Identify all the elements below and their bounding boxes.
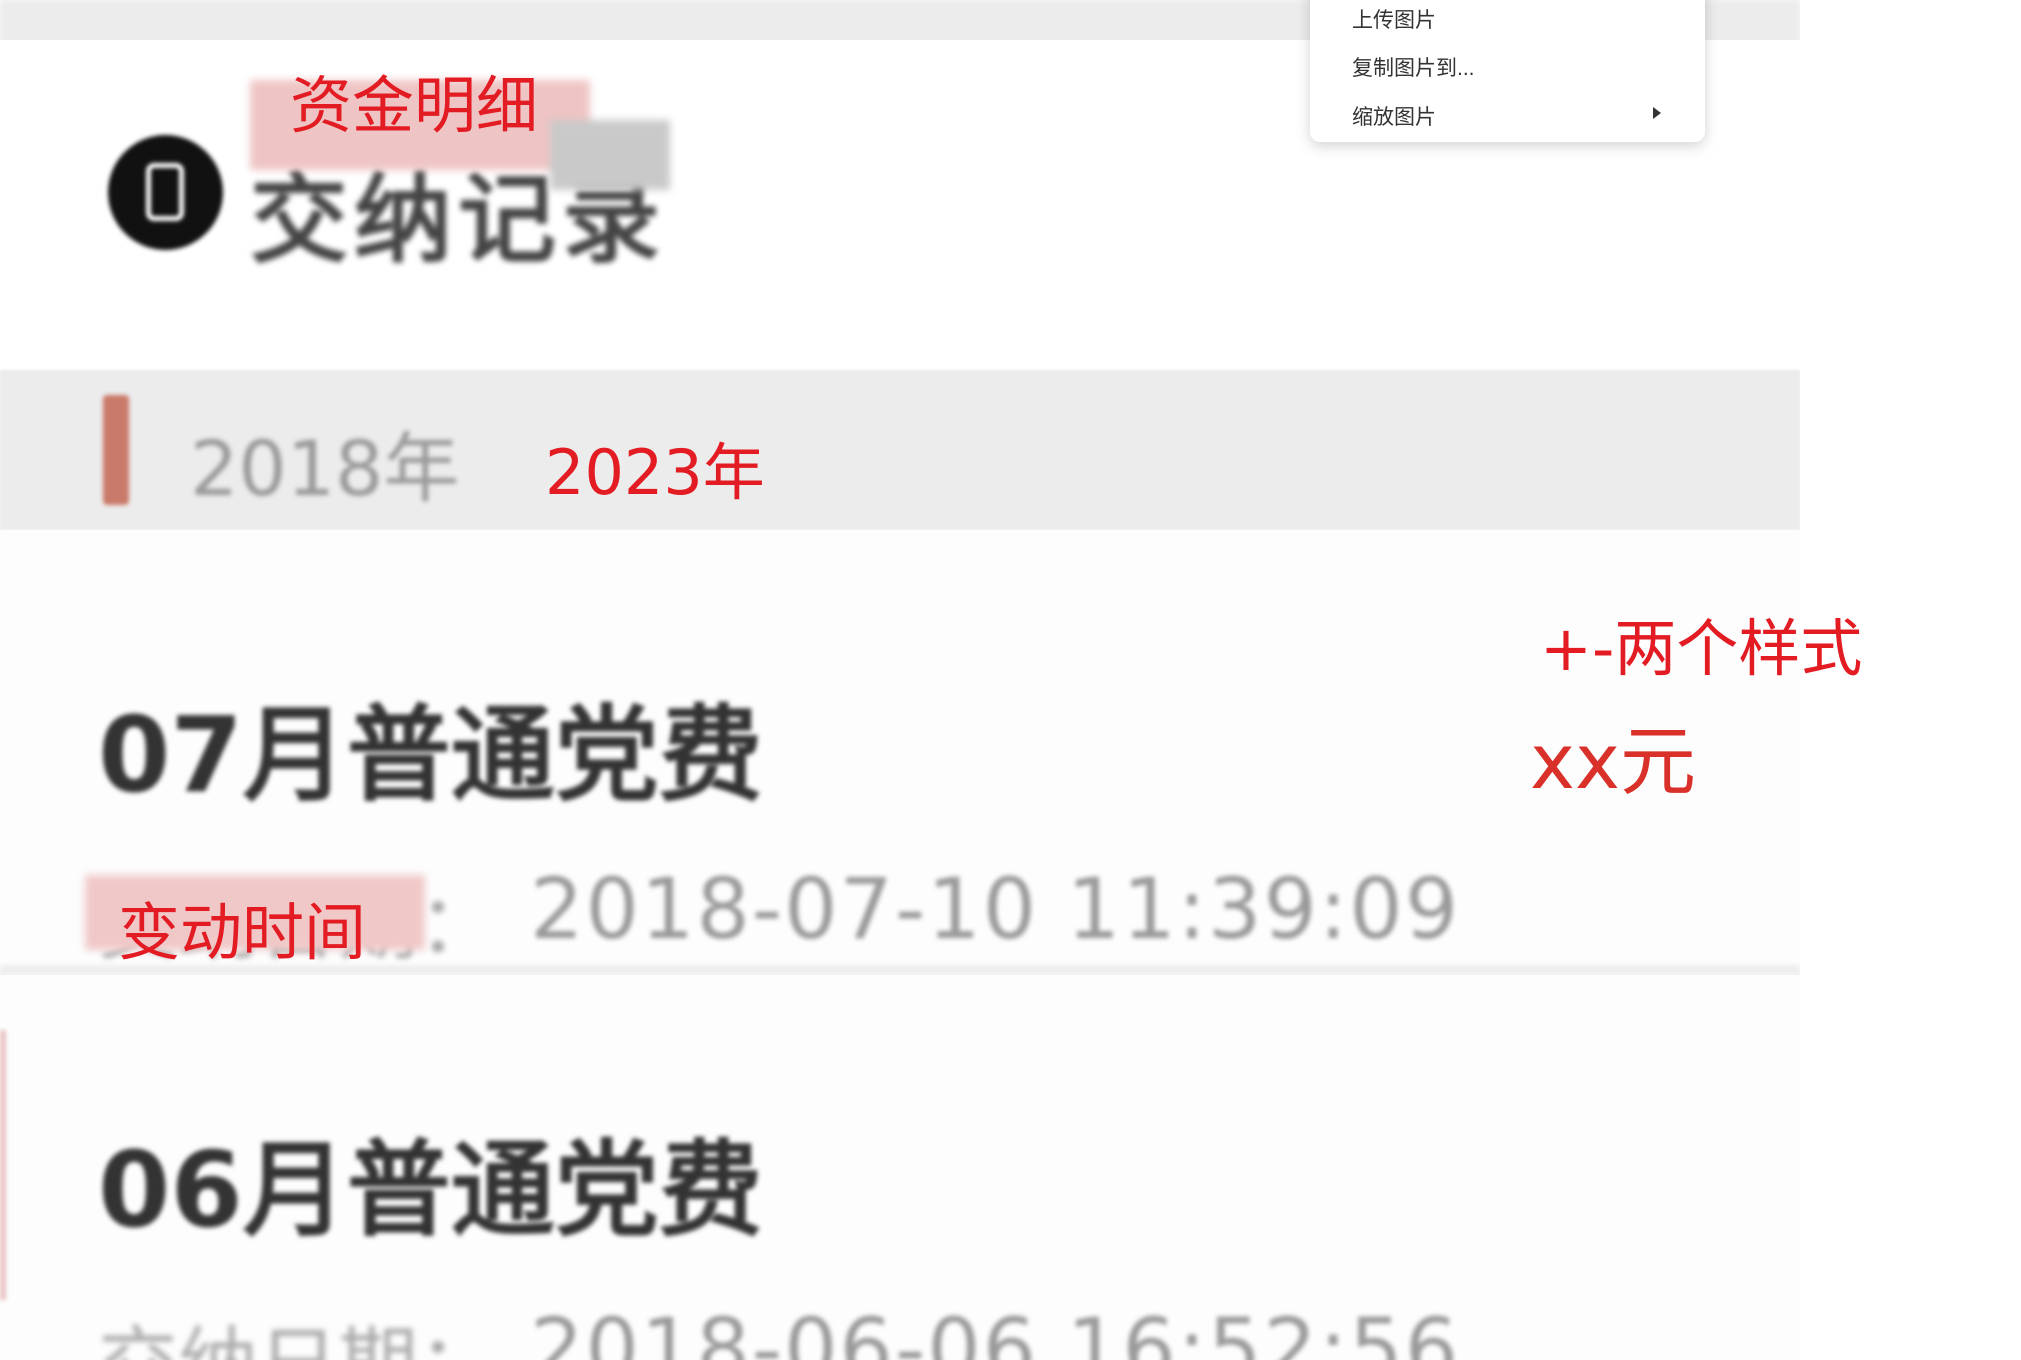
party-emblem-icon [108, 135, 223, 250]
phone-screenshot: 交纳记录 2018年 07月普通党费 交纳日期： 2018-07-10 11:3… [0, 0, 1800, 1360]
menu-item-upload-image[interactable]: 上传图片 [1352, 4, 1436, 34]
annotation-style-note: +-两个样式 [1540, 612, 1863, 685]
annotation-year-note: 2023年 [545, 436, 765, 509]
record-date-label: 交纳日期： [98, 1300, 498, 1360]
mosaic-patch [550, 120, 670, 190]
context-menu: 上传图片 复制图片到... 缩放图片 [1310, 0, 1705, 142]
record-title: 07月普通党费 [98, 694, 763, 816]
year-label: 2018年 [190, 424, 460, 513]
submenu-arrow-icon [1653, 107, 1661, 119]
record-title: 06月普通党费 [98, 1129, 763, 1251]
record-row[interactable]: 06月普通党费 交纳日期： 2018-06-06 16:52:56 [0, 975, 1800, 1360]
menu-item-copy-image-to[interactable]: 复制图片到... [1352, 52, 1475, 82]
annotation-title-note: 资金明细 [290, 69, 539, 142]
edge-mark [0, 1030, 6, 1300]
year-accent-bar [103, 395, 129, 505]
menu-item-zoom-image[interactable]: 缩放图片 [1352, 101, 1436, 131]
annotation-time-note: 变动时间 [118, 896, 367, 969]
annotation-amount-note: xx元 [1530, 717, 1696, 806]
record-date: 2018-07-10 11:39:09 [530, 860, 1461, 958]
record-date: 2018-06-06 16:52:56 [530, 1300, 1461, 1360]
